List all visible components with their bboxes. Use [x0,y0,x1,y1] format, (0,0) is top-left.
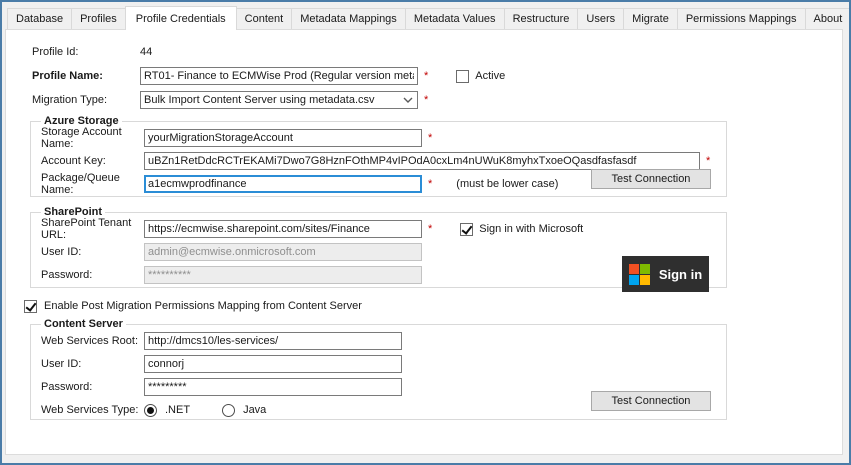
profile-name-input[interactable] [140,67,418,85]
sharepoint-user-id-label: User ID: [41,246,144,258]
account-key-input[interactable] [144,152,700,170]
sharepoint-password-label: Password: [41,269,144,281]
package-queue-name-input[interactable] [144,175,422,193]
package-queue-name-required-marker: * [428,178,432,190]
content-server-user-id-label: User ID: [41,358,144,370]
tenant-url-label: SharePoint Tenant URL: [41,217,144,241]
sign-in-with-microsoft-checkbox[interactable] [460,223,473,236]
tab-users[interactable]: Users [577,8,624,29]
sharepoint-password-input [144,266,422,284]
web-services-root-label: Web Services Root: [41,335,144,347]
sharepoint-user-id-input [144,243,422,261]
web-services-type-label: Web Services Type: [41,404,144,416]
content-server-user-id-row: User ID: [41,355,726,373]
migration-type-dropdown[interactable]: Bulk Import Content Server using metadat… [140,91,418,109]
lower-case-note: (must be lower case) [456,178,558,190]
tab-metadata-values[interactable]: Metadata Values [405,8,505,29]
tab-database[interactable]: Database [7,8,72,29]
web-services-root-row: Web Services Root: [41,332,726,350]
profile-id-value: 44 [140,46,152,58]
net-radio-label: .NET [165,404,190,416]
migration-type-required-marker: * [424,94,428,106]
account-key-required-marker: * [706,155,710,167]
active-checkbox-group: Active [456,70,505,83]
migration-type-selected-value: Bulk Import Content Server using metadat… [144,94,375,106]
migration-type-label: Migration Type: [32,94,140,106]
migration-type-row: Migration Type: Bulk Import Content Serv… [32,91,842,109]
tab-content[interactable]: Content [236,8,293,29]
tab-restructure[interactable]: Restructure [504,8,579,29]
post-migration-checkbox-label: Enable Post Migration Permissions Mappin… [44,300,362,312]
java-radio-label: Java [243,404,266,416]
active-checkbox-label: Active [475,70,505,82]
tab-strip: Database Profiles Profile Credentials Co… [2,2,849,29]
net-radio[interactable] [144,404,157,417]
tab-about[interactable]: About [805,8,851,29]
tab-profiles[interactable]: Profiles [71,8,126,29]
sharepoint-group: SharePoint SharePoint Tenant URL: * Sign… [30,206,727,288]
microsoft-logo-icon [629,264,650,285]
azure-storage-group: Azure Storage Storage Account Name: * Ac… [30,115,727,197]
content-server-user-id-input[interactable] [144,355,402,373]
profile-id-label: Profile Id: [32,46,140,58]
tab-permissions-mappings[interactable]: Permissions Mappings [677,8,806,29]
storage-account-name-input[interactable] [144,129,422,147]
microsoft-sign-in-button[interactable]: Sign in [622,256,709,292]
content-server-test-connection-button[interactable]: Test Connection [591,391,711,411]
account-key-row: Account Key: * [41,152,726,170]
storage-account-name-required-marker: * [428,132,432,144]
account-key-label: Account Key: [41,155,144,167]
sign-in-with-microsoft-label: Sign in with Microsoft [479,223,583,235]
profile-credentials-page: Profile Id: 44 Profile Name: * Active Mi… [5,29,843,455]
web-services-type-options: .NET Java [144,404,266,417]
tenant-url-required-marker: * [428,223,432,235]
profile-id-row: Profile Id: 44 [32,43,842,61]
tab-profile-credentials[interactable]: Profile Credentials [125,6,237,30]
post-migration-checkbox[interactable] [24,300,37,313]
java-radio[interactable] [222,404,235,417]
profile-name-label: Profile Name: [32,70,140,82]
profile-name-row: Profile Name: * Active [32,67,842,85]
microsoft-sign-in-button-label: Sign in [659,267,702,282]
post-migration-row: Enable Post Migration Permissions Mappin… [24,298,842,314]
profile-name-required-marker: * [424,70,428,82]
storage-account-name-row: Storage Account Name: * [41,129,726,147]
app-window: Database Profiles Profile Credentials Co… [0,0,851,465]
content-server-password-input[interactable] [144,378,402,396]
content-server-password-label: Password: [41,381,144,393]
storage-account-name-label: Storage Account Name: [41,126,144,150]
content-server-group: Content Server Web Services Root: User I… [30,318,727,420]
tenant-url-row: SharePoint Tenant URL: * Sign in with Mi… [41,220,726,238]
tenant-url-input[interactable] [144,220,422,238]
web-services-root-input[interactable] [144,332,402,350]
tab-migrate[interactable]: Migrate [623,8,678,29]
sign-in-with-microsoft-group: Sign in with Microsoft [460,223,583,236]
content-server-group-title: Content Server [41,318,126,330]
azure-test-connection-button[interactable]: Test Connection [591,169,711,189]
active-checkbox[interactable] [456,70,469,83]
tab-metadata-mappings[interactable]: Metadata Mappings [291,8,406,29]
package-queue-name-label: Package/Queue Name: [41,172,144,196]
chevron-down-icon [403,97,413,103]
